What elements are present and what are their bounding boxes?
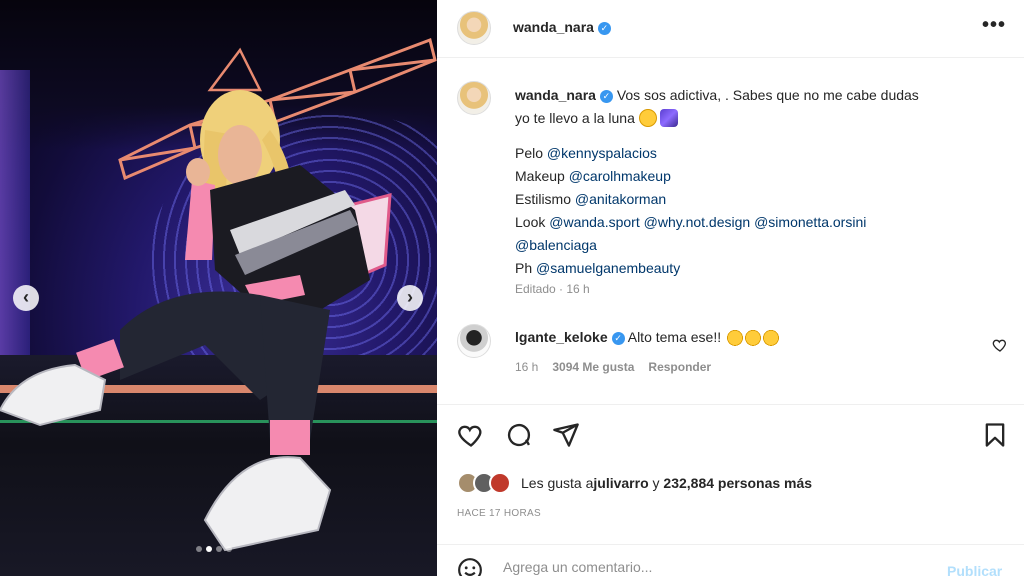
add-comment-bar: Publicar — [437, 544, 1024, 576]
comment-body: Alto tema ese!! — [627, 329, 722, 345]
mention-link[interactable]: @wanda.sport — [549, 214, 639, 230]
mention-link[interactable]: @anitakorman — [575, 191, 666, 207]
comment-likes[interactable]: 3094 Me gusta — [552, 360, 634, 374]
mention-link[interactable]: @balenciaga — [515, 237, 597, 253]
comment-meta: 16 h 3094 Me gusta Responder — [515, 360, 711, 374]
mention-link[interactable]: @kennyspalacios — [547, 145, 657, 161]
likes-count[interactable]: 232,884 personas más — [663, 475, 812, 491]
post-header: wanda_nara ✓ ••• — [437, 0, 1024, 58]
comment-icon[interactable] — [505, 421, 533, 449]
mention-link[interactable]: @samuelganembeauty — [536, 260, 680, 276]
more-options-icon[interactable]: ••• — [982, 14, 1006, 37]
like-heart-icon[interactable] — [457, 421, 485, 449]
author-username-row[interactable]: wanda_nara ✓ — [513, 19, 611, 35]
comment: lgante_keloke ✓ Alto tema ese!! — [515, 328, 780, 346]
credit-line: Estilismo @anitakorman — [515, 188, 985, 211]
carousel-dots — [196, 546, 232, 552]
credit-line: @balenciaga — [515, 234, 985, 257]
verified-badge-icon: ✓ — [599, 90, 613, 103]
carousel-dot-active — [206, 546, 212, 552]
commenter-username[interactable]: lgante_keloke — [515, 329, 608, 345]
verified-badge-icon: ✓ — [597, 22, 611, 35]
likes-middle: y — [648, 475, 664, 491]
comment-like-heart-icon[interactable] — [992, 337, 1008, 353]
mention-link[interactable]: @simonetta.orsini — [754, 214, 866, 230]
post-media[interactable]: ‹ › — [0, 0, 437, 576]
comment-time: 16 h — [515, 360, 539, 374]
commenter-avatar[interactable] — [457, 324, 491, 358]
smile-emoji-icon — [638, 109, 657, 127]
credit-label: Estilismo — [515, 191, 575, 207]
likes-prefix: Les gusta a — [521, 475, 594, 491]
caption-edited-meta: Editado · 16 h — [515, 282, 590, 296]
emoji-icon[interactable] — [457, 557, 483, 576]
scream-emoji-icon — [745, 328, 762, 346]
scream-emoji-icon — [727, 328, 744, 346]
caption-text: Vos sos adictiva, . Sabes que no me cabe… — [616, 87, 919, 103]
credit-line: Look @wanda.sport @why.not.design @simon… — [515, 211, 985, 234]
caption-second-line: yo te llevo a la luna — [515, 107, 985, 130]
liker-avatar — [489, 472, 511, 494]
mention-link[interactable]: @carolhmakeup — [569, 168, 671, 184]
carousel-next-button[interactable]: › — [397, 285, 423, 311]
scream-emoji-icon — [763, 328, 780, 346]
caption-username[interactable]: wanda_nara — [515, 87, 596, 103]
carousel-dot — [196, 546, 202, 552]
share-icon[interactable] — [552, 421, 580, 449]
credit-label: Ph — [515, 260, 537, 276]
likes-summary: Les gusta a julivarro y 232,884 personas… — [457, 470, 812, 496]
publish-button[interactable]: Publicar — [947, 563, 1002, 576]
verified-badge-icon: ✓ — [611, 332, 625, 345]
liker-avatars — [457, 472, 511, 494]
post-panel: wanda_nara ✓ ••• wanda_nara ✓ Vos sos adic… — [437, 0, 1024, 576]
caption-text-2: yo te llevo a la luna — [515, 110, 635, 126]
credit-label: Pelo — [515, 145, 547, 161]
caption-author-avatar[interactable] — [457, 81, 491, 115]
credit-label: Look — [515, 214, 550, 230]
rocket-emoji-icon — [659, 109, 678, 127]
caption-first-line: wanda_nara ✓ Vos sos adictiva, . Sabes qu… — [515, 84, 985, 107]
post-caption: wanda_nara ✓ Vos sos adictiva, . Sabes qu… — [515, 84, 985, 280]
credit-line: Pelo @kennyspalacios — [515, 142, 985, 165]
liker-username[interactable]: julivarro — [593, 475, 648, 491]
actions-divider — [437, 404, 1024, 405]
credit-line: Makeup @carolhmakeup — [515, 165, 985, 188]
bookmark-icon[interactable] — [981, 421, 1009, 449]
author-avatar[interactable] — [457, 11, 491, 45]
mention-link[interactable]: @why.not.design — [644, 214, 751, 230]
reply-button[interactable]: Responder — [648, 360, 711, 374]
credit-line: Ph @samuelganembeauty — [515, 257, 985, 280]
carousel-dot — [216, 546, 222, 552]
credit-label: Makeup — [515, 168, 569, 184]
post-timestamp: HACE 17 HORAS — [457, 508, 541, 519]
author-username[interactable]: wanda_nara — [513, 19, 594, 35]
comment-input[interactable] — [503, 559, 923, 575]
carousel-prev-button[interactable]: ‹ — [13, 285, 39, 311]
person-photo — [0, 90, 392, 552]
carousel-dot — [226, 546, 232, 552]
